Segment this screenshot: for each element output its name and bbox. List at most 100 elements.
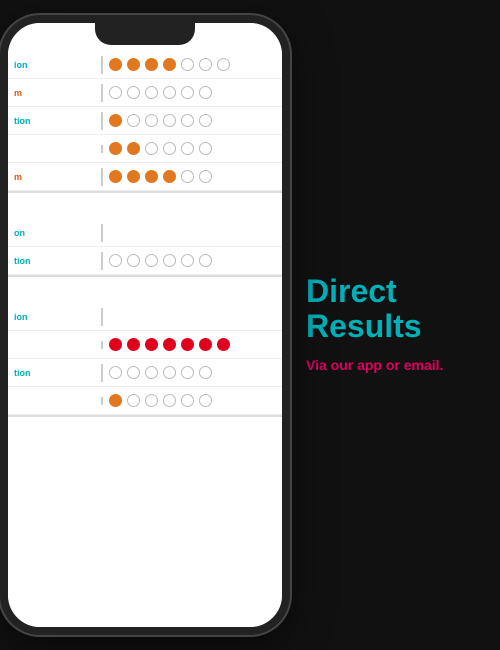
dot [127,58,140,71]
section-gap [8,197,282,219]
dot [181,142,194,155]
row-dots [103,166,282,187]
dot [127,366,140,379]
dot [199,86,212,99]
row-dots [103,313,282,321]
phone-frame: ion m [0,15,290,635]
table-row [8,331,282,359]
dot [181,254,194,267]
dot [127,254,140,267]
right-panel: Direct Results Via our app or email. [290,0,500,650]
dot [199,254,212,267]
section-gap [8,281,282,303]
row-dots [103,229,282,237]
heading-line2: Results [306,309,484,344]
row-label [8,397,103,405]
table-row: m [8,79,282,107]
row-label: ion [8,308,103,326]
dot [109,366,122,379]
dot [163,58,176,71]
row-label: ion [8,56,103,74]
row-label: m [8,84,103,102]
row-dots [103,390,282,411]
dot [145,86,158,99]
dot [127,338,140,351]
row-dots [103,334,282,355]
table-row [8,387,282,415]
table-row: tion [8,107,282,135]
dot [163,338,176,351]
dot [127,86,140,99]
dot [199,58,212,71]
dot [181,394,194,407]
dot [199,366,212,379]
dot [145,366,158,379]
dot [199,142,212,155]
row-label [8,341,103,349]
table-section-3: ion tion [8,303,282,417]
row-label: m [8,168,103,186]
dot [181,366,194,379]
dot [109,338,122,351]
table-row: m [8,163,282,191]
table-row [8,135,282,163]
dot [127,114,140,127]
table-row: on [8,219,282,247]
dot [163,394,176,407]
dot [181,86,194,99]
scene: ion m [0,0,500,650]
phone-screen: ion m [8,23,282,627]
dot [181,58,194,71]
dot [199,170,212,183]
dot [163,86,176,99]
subtext: Via our app or email. [306,356,484,376]
row-dots [103,138,282,159]
dot [145,114,158,127]
dot [145,142,158,155]
phone-notch [95,23,195,45]
dot [109,114,122,127]
dot [145,254,158,267]
row-dots [103,82,282,103]
dot [181,114,194,127]
dot [127,142,140,155]
dot [109,142,122,155]
dot [217,58,230,71]
row-dots [103,110,282,131]
row-dots [103,250,282,271]
dot [145,338,158,351]
table-row: tion [8,247,282,275]
dot [199,338,212,351]
dot [127,394,140,407]
table-row: ion [8,51,282,79]
table-row: ion [8,303,282,331]
table-section-2: on tion [8,219,282,277]
row-label [8,145,103,153]
dot [163,366,176,379]
dot [181,338,194,351]
dot [109,86,122,99]
dot [163,114,176,127]
dot [109,170,122,183]
dot [199,114,212,127]
dot [181,170,194,183]
dot [109,58,122,71]
dot [163,170,176,183]
table-section-1: ion m [8,51,282,193]
row-dots [103,54,282,75]
row-label: tion [8,364,103,382]
dot [217,338,230,351]
row-dots [103,362,282,383]
dot [145,58,158,71]
row-label: tion [8,112,103,130]
dot [145,170,158,183]
table-row: tion [8,359,282,387]
dot [199,394,212,407]
dot [109,254,122,267]
row-label: on [8,224,103,242]
row-label: tion [8,252,103,270]
dot [163,142,176,155]
dot [109,394,122,407]
dot [127,170,140,183]
heading-line1: Direct [306,274,484,309]
